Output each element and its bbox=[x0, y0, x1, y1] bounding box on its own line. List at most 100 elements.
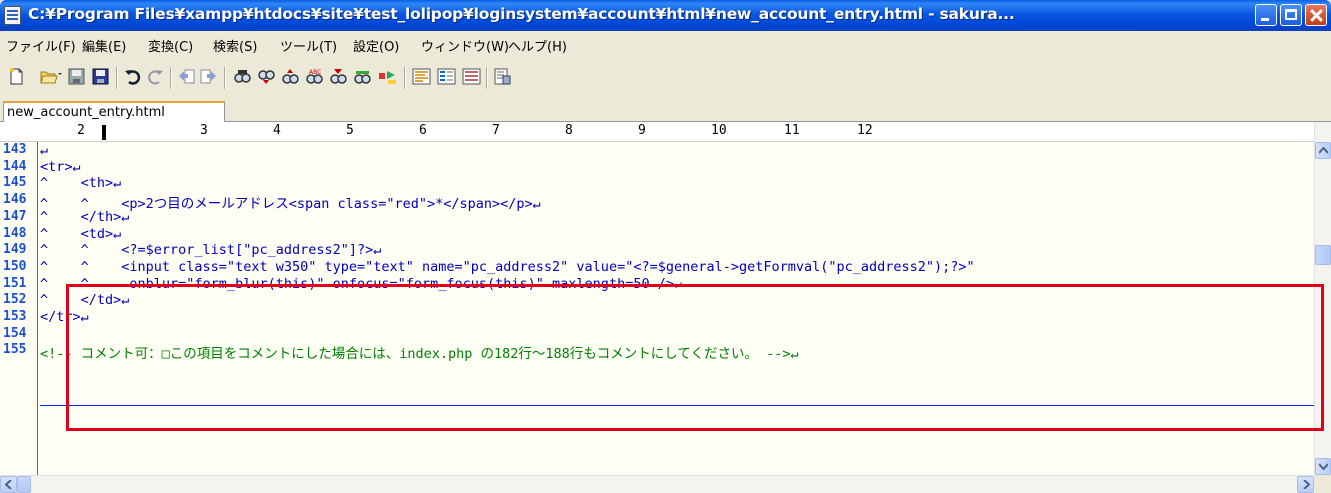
scroll-down-button[interactable] bbox=[1315, 458, 1331, 475]
svg-text:ABC: ABC bbox=[309, 69, 321, 76]
cursor-line-underline bbox=[40, 405, 1314, 406]
menu-convert[interactable]: 変換(C) bbox=[148, 36, 193, 55]
horizontal-scroll-thumb[interactable] bbox=[17, 476, 31, 493]
code-text: <tr>↵ bbox=[40, 158, 81, 175]
jump-forward-icon[interactable] bbox=[200, 68, 217, 85]
menu-help[interactable]: ヘルプ(H) bbox=[508, 36, 567, 55]
code-line[interactable]: 149 ^ ^ <?=$error_list["pc_address2"]?>↵ bbox=[0, 242, 1314, 259]
code-line[interactable]: 143 ↵ bbox=[0, 142, 1314, 159]
new-document-icon[interactable] bbox=[8, 68, 25, 85]
title-bar[interactable]: C:¥Program Files¥xampp¥htdocs¥site¥test_… bbox=[0, 0, 1331, 31]
line-number: 147 bbox=[3, 208, 27, 224]
chevron-down-icon bbox=[1319, 463, 1328, 470]
scroll-thumb[interactable] bbox=[1315, 245, 1331, 265]
code-line[interactable]: 151 ^ ^ onblur="form_blur(this)" onfocus=… bbox=[0, 276, 1314, 293]
menu-search[interactable]: 検索(S) bbox=[213, 36, 257, 55]
code-text: ^ </th>↵ bbox=[40, 208, 130, 225]
ruler-cursor-marker bbox=[102, 125, 106, 140]
code-text: ^ ^ <input class="text w350" type="text"… bbox=[40, 258, 975, 275]
document-app-icon[interactable] bbox=[4, 6, 21, 25]
line-number: 151 bbox=[3, 275, 27, 291]
code-line[interactable]: 147 ^ </th>↵ bbox=[0, 209, 1314, 226]
undo-icon[interactable] bbox=[124, 68, 141, 85]
text-editor[interactable]: 143 ↵ 144 <tr>↵ 145 ^ <th>↵ 146 ^ ^ <p>2つ目のメールア… bbox=[0, 142, 1314, 475]
line-number: 149 bbox=[3, 242, 27, 258]
menu-edit[interactable]: 編集(E) bbox=[82, 36, 126, 55]
replace-icon[interactable]: ABC bbox=[306, 68, 323, 85]
line-number: 154 bbox=[3, 325, 27, 341]
function-list-icon[interactable] bbox=[437, 68, 456, 85]
toolbar-separator bbox=[170, 67, 172, 89]
size-grip[interactable] bbox=[1314, 475, 1331, 493]
jump-back-icon[interactable] bbox=[178, 68, 195, 85]
ruler-number: 3 bbox=[200, 123, 208, 138]
find-icon[interactable] bbox=[234, 68, 251, 85]
code-line[interactable]: 148 ^ <td>↵ bbox=[0, 226, 1314, 243]
menu-tools[interactable]: ツール(T) bbox=[280, 36, 337, 55]
code-line[interactable]: 152 ^ </td>↵ bbox=[0, 292, 1314, 309]
open-folder-icon[interactable] bbox=[40, 68, 62, 85]
chevron-right-icon bbox=[1303, 480, 1310, 489]
horizontal-scrollbar[interactable] bbox=[0, 475, 1314, 493]
ruler-number: 5 bbox=[346, 123, 354, 138]
settings-icon[interactable] bbox=[494, 68, 511, 85]
ruler-number: 9 bbox=[638, 123, 646, 138]
vertical-scrollbar[interactable] bbox=[1314, 122, 1331, 475]
code-line[interactable]: 144 <tr>↵ bbox=[0, 159, 1314, 176]
code-text: ^ </td>↵ bbox=[40, 292, 130, 309]
code-text: ^ <td>↵ bbox=[40, 225, 122, 242]
line-number: 143 bbox=[3, 142, 27, 157]
maximize-button[interactable] bbox=[1280, 4, 1302, 26]
macro-icon[interactable] bbox=[462, 68, 481, 85]
compare-icon[interactable] bbox=[354, 68, 371, 85]
tag-jump-icon[interactable] bbox=[378, 68, 398, 85]
window-title: C:¥Program Files¥xampp¥htdocs¥site¥test_… bbox=[28, 5, 1015, 23]
toolbar: ABC bbox=[0, 58, 1331, 98]
code-line[interactable]: 145 ^ <th>↵ bbox=[0, 175, 1314, 192]
redo-icon[interactable] bbox=[147, 68, 164, 85]
minimize-button[interactable] bbox=[1255, 4, 1277, 26]
ruler-number: 4 bbox=[273, 123, 281, 138]
line-number: 155 bbox=[3, 342, 27, 358]
toolbar-separator bbox=[404, 67, 406, 89]
save-icon[interactable] bbox=[68, 68, 85, 85]
code-line[interactable]: 150 ^ ^ <input class="text w350" type="te… bbox=[0, 259, 1314, 276]
menu-bar: ファイル(F) 編集(E) 変換(C) 検索(S) ツール(T) 設定(O) ウ… bbox=[0, 31, 1331, 58]
grep-icon[interactable] bbox=[330, 68, 347, 85]
close-button[interactable] bbox=[1305, 4, 1327, 26]
ruler-number: 8 bbox=[565, 123, 573, 138]
code-text: ^ ^ <?=$error_list["pc_address2"]?>↵ bbox=[40, 242, 382, 259]
outline-icon[interactable] bbox=[412, 68, 431, 85]
line-number: 146 bbox=[3, 192, 27, 208]
ruler-number: 10 bbox=[711, 123, 727, 138]
code-line[interactable]: 153 </tr>↵ bbox=[0, 309, 1314, 326]
code-text: </tr>↵ bbox=[40, 309, 89, 325]
ruler-number: 12 bbox=[857, 123, 873, 138]
code-text: <!-- コメント可：□この項目をコメントにした場合には、index.php の… bbox=[40, 346, 799, 363]
code-line[interactable]: 155 <!-- コメント可：□この項目をコメントにした場合には、index.ph… bbox=[0, 342, 1314, 363]
line-number: 150 bbox=[3, 258, 27, 274]
scroll-left-button[interactable] bbox=[0, 476, 17, 493]
find-next-icon[interactable] bbox=[258, 68, 275, 85]
scroll-right-button[interactable] bbox=[1297, 476, 1314, 493]
line-number: 153 bbox=[3, 309, 27, 324]
code-text: ↵ bbox=[40, 142, 49, 158]
menu-window[interactable]: ウィンドウ(W) bbox=[421, 36, 509, 55]
ruler-number: 2 bbox=[77, 123, 85, 138]
line-number: 145 bbox=[3, 175, 27, 191]
document-tab-strip: new_account_entry.html bbox=[0, 98, 1331, 123]
line-number: 152 bbox=[3, 292, 27, 308]
code-line[interactable]: 154 bbox=[0, 326, 1314, 343]
save-all-icon[interactable] bbox=[92, 68, 109, 85]
find-prev-icon[interactable] bbox=[282, 68, 299, 85]
toolbar-separator bbox=[224, 67, 226, 89]
chevron-left-icon bbox=[5, 480, 12, 489]
ruler-number: 6 bbox=[419, 123, 427, 138]
toolbar-separator bbox=[116, 67, 118, 89]
line-number: 148 bbox=[3, 225, 27, 241]
code-line[interactable]: 146 ^ ^ <p>2つ目のメールアドレス<span class="red">*… bbox=[0, 192, 1314, 212]
menu-file[interactable]: ファイル(F) bbox=[6, 36, 76, 55]
tab-new-account-entry[interactable]: new_account_entry.html bbox=[3, 101, 225, 123]
menu-settings[interactable]: 設定(O) bbox=[353, 36, 399, 55]
scroll-up-button[interactable] bbox=[1315, 142, 1331, 159]
